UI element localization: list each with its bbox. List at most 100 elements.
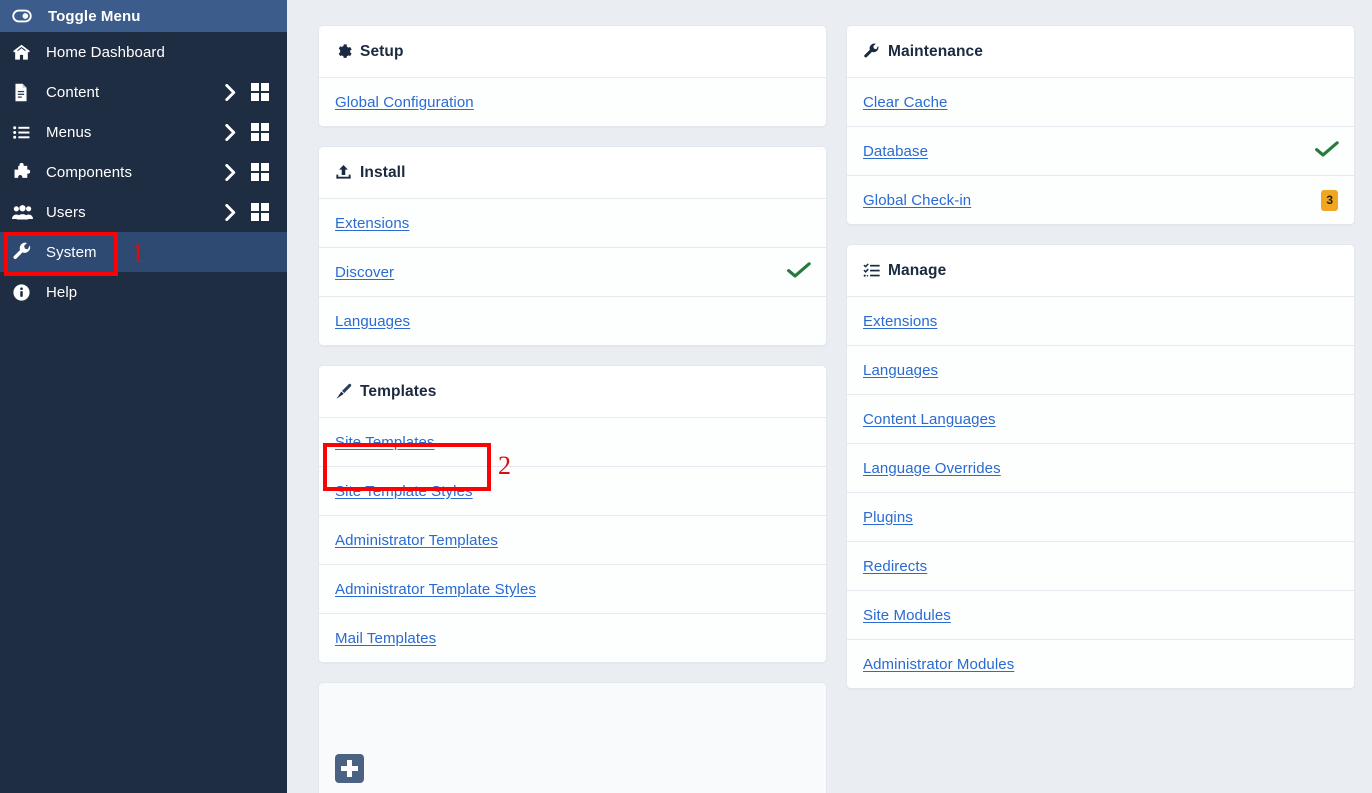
row-link-label[interactable]: Administrator Templates (335, 532, 498, 549)
manage-row-languages[interactable]: Languages (847, 345, 1354, 394)
panel-templates-header: Templates (319, 366, 826, 417)
sidebar-item-label: Users (46, 203, 86, 221)
home-icon (12, 43, 46, 62)
dashboard-column-right: Maintenance Clear Cache Database Global … (846, 25, 1355, 689)
install-row-languages[interactable]: Languages (319, 296, 826, 345)
panel-title: Templates (360, 382, 437, 400)
row-link-label[interactable]: Site Modules (863, 607, 951, 624)
chevron-right-icon[interactable] (217, 83, 243, 101)
manage-row-language-overrides[interactable]: Language Overrides (847, 443, 1354, 492)
sidebar-item-label: System (46, 243, 97, 261)
puzzle-icon (12, 162, 46, 182)
manage-row-content-languages[interactable]: Content Languages (847, 394, 1354, 443)
manage-row-plugins[interactable]: Plugins (847, 492, 1354, 541)
row-link-label[interactable]: Administrator Modules (863, 656, 1014, 673)
grid-icon[interactable] (243, 83, 277, 101)
wrench-icon (863, 43, 888, 60)
install-row-discover[interactable]: Discover (319, 247, 826, 296)
manage-row-site-modules[interactable]: Site Modules (847, 590, 1354, 639)
panel-templates: Templates Site Templates Site Template S… (318, 365, 827, 663)
templates-row-site-template-styles[interactable]: Site Template Styles (319, 466, 826, 515)
row-link-label[interactable]: Content Languages (863, 411, 996, 428)
status-badge: 3 (1321, 189, 1338, 211)
admin-dashboard: Toggle Menu Home Dashboard Content Menus… (0, 0, 1372, 793)
panel-install-header: Install (319, 147, 826, 198)
panel-setup: Setup Global Configuration (318, 25, 827, 127)
row-link-label[interactable]: Global Check-in (863, 192, 971, 209)
maintenance-row-database[interactable]: Database (847, 126, 1354, 175)
panel-install: Install Extensions Discover Languages (318, 146, 827, 346)
row-link-label[interactable]: Discover (335, 264, 394, 281)
paintbrush-icon (335, 383, 360, 400)
sidebar-item-label: Menus (46, 123, 92, 141)
row-link-label[interactable]: Site Templates (335, 434, 435, 451)
sidebar-item-menus[interactable]: Menus (0, 112, 287, 152)
sidebar-item-home-dashboard[interactable]: Home Dashboard (0, 32, 287, 72)
toggle-switch-icon (12, 6, 46, 26)
wrench-icon (12, 242, 46, 262)
panel-title: Install (360, 163, 406, 181)
row-link-label[interactable]: Administrator Template Styles (335, 581, 536, 598)
row-link-label[interactable]: Redirects (863, 558, 927, 575)
templates-row-mail-templates[interactable]: Mail Templates (319, 613, 826, 662)
plus-glyph (341, 760, 358, 777)
chevron-right-icon[interactable] (217, 123, 243, 141)
dashboard-main: Setup Global Configuration Install Exten… (287, 0, 1372, 793)
sidebar-item-label: Home Dashboard (46, 43, 165, 61)
maintenance-row-clear-cache[interactable]: Clear Cache (847, 77, 1354, 126)
toggle-menu-button[interactable]: Toggle Menu (0, 0, 287, 32)
row-link-label[interactable]: Global Configuration (335, 94, 474, 111)
manage-row-extensions[interactable]: Extensions (847, 296, 1354, 345)
panel-maintenance: Maintenance Clear Cache Database Global … (846, 25, 1355, 225)
chevron-right-icon[interactable] (217, 203, 243, 221)
row-link-label[interactable]: Languages (335, 313, 410, 330)
sidebar-item-label: Content (46, 83, 100, 101)
sidebar-item-components[interactable]: Components (0, 152, 287, 192)
grid-icon[interactable] (243, 203, 277, 221)
row-link-label[interactable]: Extensions (335, 215, 409, 232)
row-link-label[interactable]: Extensions (863, 313, 937, 330)
sidebar: Toggle Menu Home Dashboard Content Menus… (0, 0, 287, 793)
panel-setup-header: Setup (319, 26, 826, 77)
document-icon (12, 83, 46, 102)
row-link-label[interactable]: Plugins (863, 509, 913, 526)
panel-title: Setup (360, 42, 404, 60)
row-link-label[interactable]: Language Overrides (863, 460, 1001, 477)
maintenance-row-global-check-in[interactable]: Global Check-in 3 (847, 175, 1354, 224)
sidebar-item-content[interactable]: Content (0, 72, 287, 112)
row-link-label[interactable]: Languages (863, 362, 938, 379)
grid-icon[interactable] (243, 163, 277, 181)
sidebar-item-label: Help (46, 283, 78, 301)
templates-row-site-templates[interactable]: Site Templates (319, 417, 826, 466)
status-check-icon (787, 261, 811, 283)
sidebar-item-label: Components (46, 163, 133, 181)
sidebar-item-system[interactable]: System (0, 232, 287, 272)
info-circle-icon (12, 283, 46, 302)
users-icon (12, 203, 46, 222)
panel-title: Manage (888, 261, 947, 279)
row-link-label[interactable]: Clear Cache (863, 94, 947, 111)
install-row-extensions[interactable]: Extensions (319, 198, 826, 247)
gear-icon (335, 43, 360, 60)
setup-row-global-configuration[interactable]: Global Configuration (319, 77, 826, 126)
add-module-card[interactable]: Add module to the dashboard (318, 682, 827, 793)
templates-row-administrator-template-styles[interactable]: Administrator Template Styles (319, 564, 826, 613)
panel-title: Maintenance (888, 42, 983, 60)
panel-manage-header: Manage (847, 245, 1354, 296)
manage-row-redirects[interactable]: Redirects (847, 541, 1354, 590)
sidebar-item-users[interactable]: Users (0, 192, 287, 232)
checklist-icon (863, 262, 888, 279)
list-icon (12, 123, 46, 142)
row-link-label[interactable]: Database (863, 143, 928, 160)
upload-icon (335, 164, 360, 181)
plus-square-icon[interactable] (335, 754, 364, 783)
templates-row-administrator-templates[interactable]: Administrator Templates (319, 515, 826, 564)
manage-row-administrator-modules[interactable]: Administrator Modules (847, 639, 1354, 688)
dashboard-column-left: Setup Global Configuration Install Exten… (318, 25, 827, 793)
row-link-label[interactable]: Site Template Styles (335, 483, 473, 500)
row-link-label[interactable]: Mail Templates (335, 630, 436, 647)
panel-maintenance-header: Maintenance (847, 26, 1354, 77)
grid-icon[interactable] (243, 123, 277, 141)
sidebar-item-help[interactable]: Help (0, 272, 287, 312)
chevron-right-icon[interactable] (217, 163, 243, 181)
